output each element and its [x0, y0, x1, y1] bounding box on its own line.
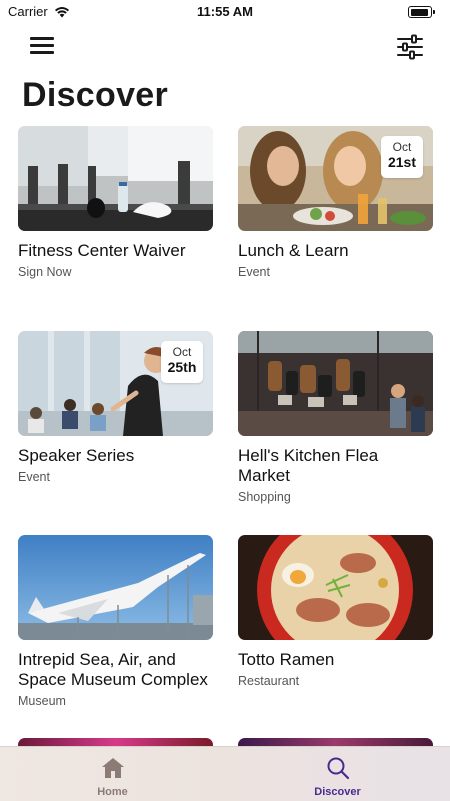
nav-bar: [0, 30, 450, 66]
sliders-filter-icon[interactable]: [396, 34, 424, 60]
card-subtitle: Museum: [18, 694, 66, 708]
date-day: 21st: [387, 154, 417, 170]
card-fitness-center-waiver[interactable]: Fitness Center Waiver Sign Now: [18, 126, 213, 279]
tab-home[interactable]: Home: [0, 747, 225, 801]
card-subtitle: Sign Now: [18, 265, 72, 279]
card-image: Oct 21st: [238, 126, 433, 231]
card-image: [18, 535, 213, 640]
date-month: Oct: [392, 140, 412, 154]
card-title: Lunch & Learn: [238, 241, 349, 260]
card-image: [238, 331, 433, 436]
search-icon: [327, 757, 350, 780]
card-image: Oct 25th: [18, 331, 213, 436]
card-hells-kitchen-flea-market[interactable]: Hell's Kitchen Flea Market Shopping: [238, 331, 433, 504]
date-month: Oct: [172, 345, 192, 359]
home-icon: [102, 758, 124, 778]
card-title: Hell's Kitchen Flea Market: [238, 446, 379, 485]
date-day: 25th: [167, 359, 197, 375]
clock: 11:55 AM: [197, 4, 253, 19]
card-subtitle: Restaurant: [238, 674, 300, 688]
card-intrepid-museum[interactable]: Intrepid Sea, Air, and Space Museum Comp…: [18, 535, 213, 708]
battery-icon: [408, 6, 435, 18]
tab-home-label: Home: [97, 786, 128, 798]
date-badge: Oct 25th: [161, 341, 203, 383]
card-speaker-series[interactable]: Oct 25th Speaker Series Event: [18, 331, 213, 484]
hamburger-menu-icon[interactable]: [30, 34, 56, 58]
status-bar: Carrier 11:55 AM: [0, 0, 450, 24]
page-title: Discover: [22, 76, 169, 114]
card-subtitle: Shopping: [238, 490, 291, 504]
date-badge: Oct 21st: [381, 136, 423, 178]
card-image: [238, 535, 433, 640]
card-subtitle: Event: [238, 265, 270, 279]
card-title: Fitness Center Waiver: [18, 241, 186, 260]
card-lunch-and-learn[interactable]: Oct 21st Lunch & Learn Event: [238, 126, 433, 279]
card-title: Speaker Series: [18, 446, 135, 465]
tab-discover[interactable]: Discover: [225, 747, 450, 801]
tab-discover-label: Discover: [314, 786, 361, 798]
card-title: Totto Ramen: [238, 650, 335, 669]
card-totto-ramen[interactable]: Totto Ramen Restaurant: [238, 535, 433, 688]
tab-bar: Home Discover: [0, 746, 450, 801]
card-image: [18, 126, 213, 231]
card-subtitle: Event: [18, 470, 50, 484]
card-title: Intrepid Sea, Air, and Space Museum Comp…: [18, 650, 208, 689]
